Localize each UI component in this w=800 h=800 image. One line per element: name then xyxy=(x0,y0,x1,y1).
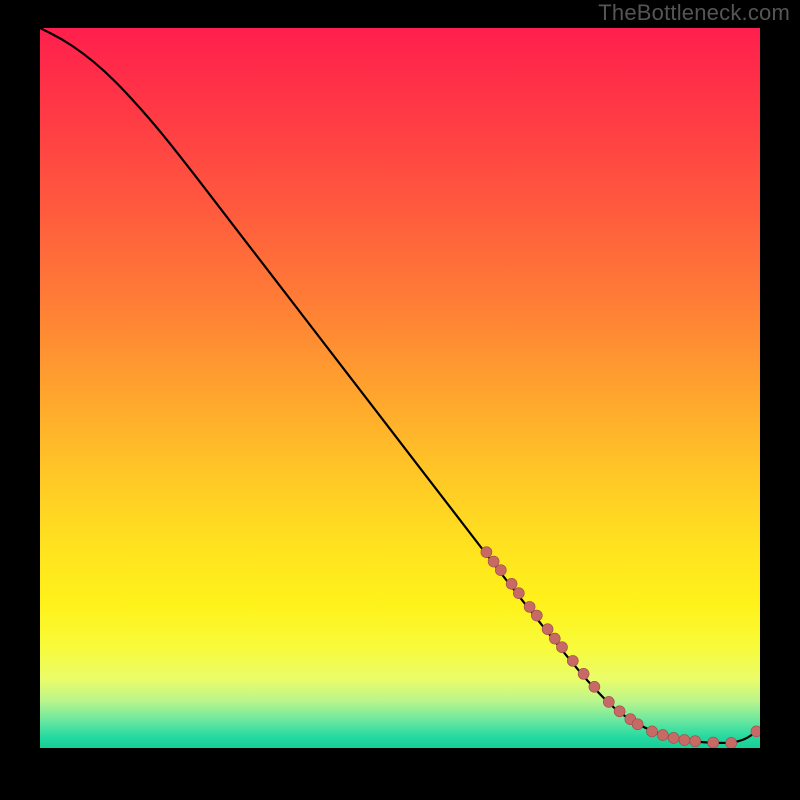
data-marker xyxy=(668,732,679,743)
data-marker xyxy=(632,719,643,730)
data-marker xyxy=(488,556,499,567)
data-marker xyxy=(524,601,535,612)
data-marker xyxy=(542,624,553,635)
data-marker xyxy=(708,737,719,748)
data-marker xyxy=(614,706,625,717)
data-marker xyxy=(549,633,560,644)
data-marker xyxy=(481,547,492,558)
data-marker xyxy=(506,578,517,589)
data-marker xyxy=(647,726,658,737)
data-marker xyxy=(657,730,668,741)
watermark-text: TheBottleneck.com xyxy=(598,0,790,26)
data-marker xyxy=(603,696,614,707)
data-marker xyxy=(531,610,542,621)
gradient-background xyxy=(40,28,760,748)
data-marker xyxy=(751,726,760,737)
data-marker xyxy=(557,642,568,653)
chart-svg xyxy=(40,28,760,748)
chart-frame: TheBottleneck.com xyxy=(0,0,800,800)
data-marker xyxy=(589,681,600,692)
data-marker xyxy=(513,588,524,599)
plot-area xyxy=(40,28,760,748)
data-marker xyxy=(726,737,737,748)
data-marker xyxy=(690,736,701,747)
data-marker xyxy=(567,655,578,666)
data-marker xyxy=(495,565,506,576)
data-marker xyxy=(578,668,589,679)
data-marker xyxy=(679,735,690,746)
